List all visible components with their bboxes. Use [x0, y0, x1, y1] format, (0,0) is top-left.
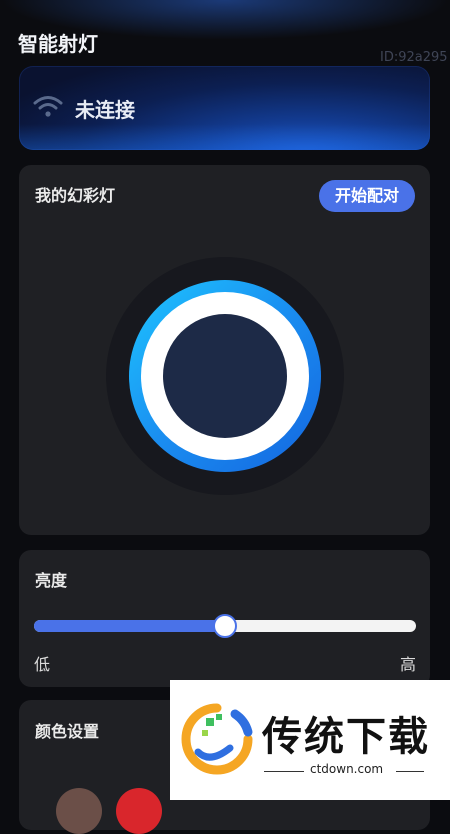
- color-swatch-red[interactable]: [116, 788, 162, 834]
- color-settings-title: 颜色设置: [35, 722, 100, 741]
- watermark-rule-left: [264, 771, 304, 772]
- watermark-overlay: 传统下载 ctdown.com: [170, 680, 450, 800]
- device-id-label: ID:92a295: [380, 50, 448, 65]
- brightness-slider[interactable]: [34, 614, 416, 638]
- color-swatch-brown[interactable]: [56, 788, 102, 834]
- start-pairing-button[interactable]: 开始配对: [319, 180, 415, 212]
- brightness-card: 亮度 低 高: [19, 550, 430, 687]
- lamp-card-title: 我的幻彩灯: [35, 186, 116, 205]
- watermark-url: ctdown.com: [310, 762, 384, 776]
- page-title: 智能射灯: [18, 32, 98, 56]
- watermark-logo-icon: [181, 703, 253, 775]
- brightness-slider-fill: [34, 620, 225, 632]
- brightness-slider-thumb[interactable]: [213, 614, 237, 638]
- brightness-title: 亮度: [35, 571, 68, 590]
- watermark-rule-right: [396, 771, 424, 772]
- connection-status-text: 未连接: [75, 98, 135, 122]
- brightness-high-label: 高: [399, 655, 416, 674]
- brightness-low-label: 低: [34, 655, 51, 674]
- connection-status-card[interactable]: 未连接: [19, 66, 430, 150]
- lamp-card: 我的幻彩灯 开始配对: [19, 165, 430, 535]
- wifi-icon: [33, 96, 63, 117]
- lamp-center: [163, 314, 287, 438]
- watermark-brand: 传统下载: [262, 714, 430, 760]
